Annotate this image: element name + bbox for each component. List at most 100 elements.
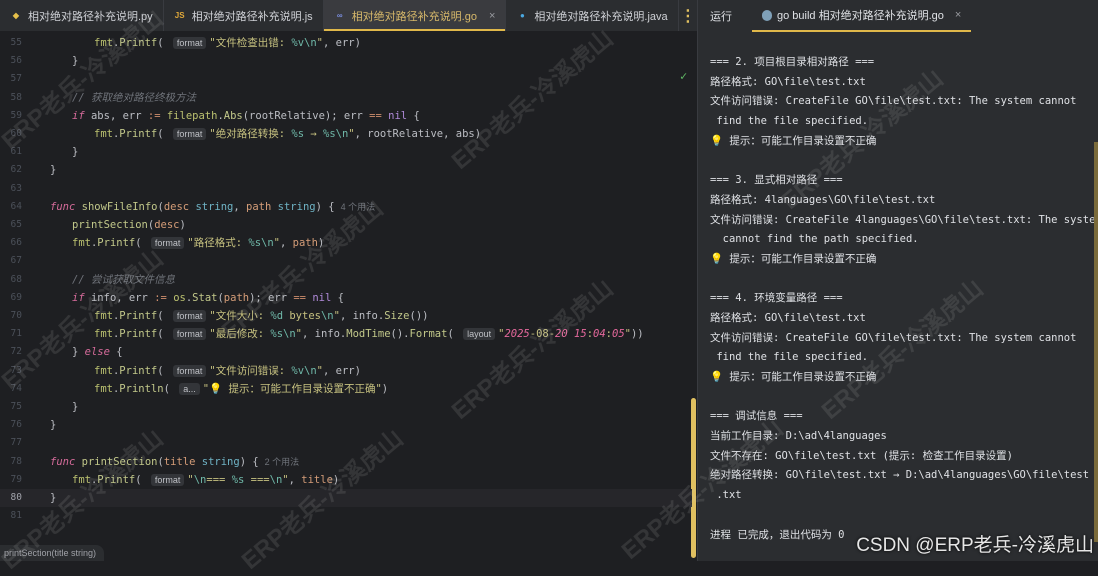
code-token: == (369, 109, 382, 122)
code-line[interactable]: 71 fmt.Printf( format "最后修改: %s\n", info.M… (0, 325, 692, 343)
code-line[interactable]: 77 (0, 434, 692, 452)
code-text: fmt.Printf( format "文件检查出错: %v\n", err) (94, 34, 361, 52)
code-token: ( (157, 364, 170, 377)
tab-java[interactable]: ● 相对绝对路径补充说明.java (506, 0, 679, 31)
code-line[interactable]: 59 if abs, err := filepath.Abs(rootRelati… (0, 107, 692, 125)
code-line[interactable]: 78 func printSection(title string) {2 个用法 (0, 453, 692, 471)
code-line[interactable]: 57 (0, 70, 692, 88)
code-token: Stat (192, 291, 218, 304)
code-line[interactable]: 74 fmt.Println( a... "💡 提示：可能工作目录设置不正确") (0, 380, 692, 398)
code-text: fmt.Printf( format "最后修改: %s\n", info.Mod… (94, 325, 644, 343)
code-token: "路径格式: (187, 237, 249, 250)
line-number: 77 (10, 437, 22, 449)
run-tab-go-build[interactable]: go build 相对绝对路径补充说明.go × (752, 0, 972, 32)
console-line: 路径格式: GO\file\test.txt (710, 75, 866, 88)
code-token: "绝对路径转换: (209, 128, 292, 140)
code-token: , err) (323, 37, 361, 49)
line-number: 71 (10, 328, 22, 340)
code-text: func showFileInfo(desc string, path stri… (50, 198, 375, 216)
code-line[interactable]: 65 printSection(desc) (0, 216, 692, 234)
code-line[interactable]: 61} (0, 143, 692, 161)
code-token: else (84, 346, 110, 359)
code-text: fmt.Printf( format "文件大小: %d bytes\n", in… (94, 307, 428, 325)
code-token: nil (388, 109, 408, 122)
code-token: ( (135, 473, 148, 486)
line-number: 72 (10, 346, 22, 358)
console-line: 文件访问错误: CreateFile GO\file\test.txt: The… (710, 331, 1077, 344)
code-line[interactable]: 56} (0, 52, 692, 70)
tab-label: 相对绝对路径补充说明.py (28, 10, 153, 23)
code-line[interactable]: 79 fmt.Printf( format "\n=== %s ===\n", ti… (0, 471, 692, 489)
parameter-hint: format (172, 364, 207, 377)
code-token: , rootRelative, abs) (354, 128, 482, 140)
code-line[interactable]: 73 fmt.Printf( format "文件访问错误: %v\n", err) (0, 362, 692, 380)
usage-count[interactable]: 2 个用法 (265, 457, 300, 467)
code-token: abs, err (84, 109, 148, 122)
code-line[interactable]: 68 // 尝试获取文件信息 (0, 271, 692, 289)
python-icon: ◆ (12, 10, 20, 20)
console-scrollbar[interactable] (1094, 142, 1098, 542)
usage-count[interactable]: 4 个用法 (341, 202, 376, 212)
code-token: } (72, 346, 85, 359)
code-line[interactable]: 69 if info, err := os.Stat(path); err == … (0, 289, 692, 307)
code-line[interactable]: 55 fmt.Printf( format "文件检查出错: %v\n", err) (0, 34, 692, 52)
code-token: info, err (84, 291, 155, 304)
tab-go[interactable]: ∞ 相对绝对路径补充说明.go × (323, 0, 507, 31)
tab-label: 相对绝对路径补充说明.java (534, 10, 668, 23)
code-line[interactable]: 62} (0, 161, 692, 179)
code-token: } (72, 146, 79, 159)
code-line[interactable]: 80} (0, 489, 692, 507)
breadcrumb[interactable]: printSection(title string) (0, 545, 105, 561)
code-line[interactable]: 75} (0, 398, 692, 416)
console-line: 路径格式: 4languages\GO\file\test.txt (710, 193, 936, 206)
code-line[interactable]: 58 // 获取绝对路径终极方法 (0, 89, 692, 107)
close-icon[interactable]: × (955, 9, 961, 21)
code-token: desc (163, 200, 190, 213)
console-line: .txt (710, 489, 742, 502)
code-line[interactable]: 70 fmt.Printf( format "文件大小: %d bytes\n", … (0, 307, 692, 325)
code-line[interactable]: 60 fmt.Printf( format "绝对路径转换: %s → %s\n",… (0, 125, 692, 143)
code-line[interactable]: 81 (0, 507, 692, 525)
console-line: 💡 提示：可能工作目录设置不正确 (710, 134, 877, 147)
parameter-hint: format (172, 328, 207, 341)
line-number: 58 (10, 91, 22, 103)
code-token: := (154, 291, 167, 304)
code-token: Printf (119, 364, 158, 377)
close-icon[interactable]: × (489, 10, 495, 22)
code-token: "💡 提示：可能工作目录设置不正确" (202, 382, 382, 395)
code-token: title (301, 473, 333, 486)
code-token: ) (317, 237, 325, 250)
code-line[interactable]: 63 (0, 180, 692, 198)
javascript-icon: JS (174, 10, 185, 20)
code-line[interactable]: 64 func showFileInfo(desc string, path st… (0, 198, 692, 216)
code-token: %s (231, 473, 245, 486)
gopher-icon (762, 9, 772, 21)
tab-python[interactable]: ◆ 相对绝对路径补充说明.py (0, 0, 164, 31)
more-options-icon[interactable]: ⋮ (679, 0, 697, 31)
code-token: Printf (119, 310, 158, 322)
code-line[interactable]: 66 fmt.Printf( format "路径格式: %s\n", path) (0, 234, 692, 252)
code-line[interactable]: 67 (0, 252, 692, 270)
line-number: 70 (10, 310, 22, 321)
code-token: == (293, 291, 307, 304)
code-text: } (50, 489, 56, 507)
code-token: { (109, 346, 123, 359)
code-token: ) (381, 382, 389, 395)
code-line[interactable]: 72} else { (0, 343, 692, 361)
code-text: if info, err := os.Stat(path); err == ni… (72, 289, 344, 307)
console-line: 当前工作目录: D:\ad\4languages (710, 430, 887, 443)
line-number: 80 (10, 492, 22, 503)
code-token: if (72, 109, 85, 122)
tab-label: 相对绝对路径补充说明.js (191, 10, 313, 23)
tab-javascript[interactable]: JS 相对绝对路径补充说明.js (164, 0, 324, 31)
code-token: printSection (72, 219, 148, 231)
code-token: func (50, 200, 76, 213)
code-token: ModTime (346, 328, 391, 341)
code-editor[interactable]: ✓ 55 fmt.Printf( format "文件检查出错: %v\n", er… (0, 33, 697, 558)
code-line[interactable]: 76} (0, 416, 692, 434)
console-line: 文件不存在: GO\file\test.txt (提示: 检查工作目录设置) (710, 449, 1013, 462)
line-number: 76 (10, 419, 22, 431)
code-token: fmt (72, 473, 91, 486)
line-number: 61 (10, 146, 22, 158)
